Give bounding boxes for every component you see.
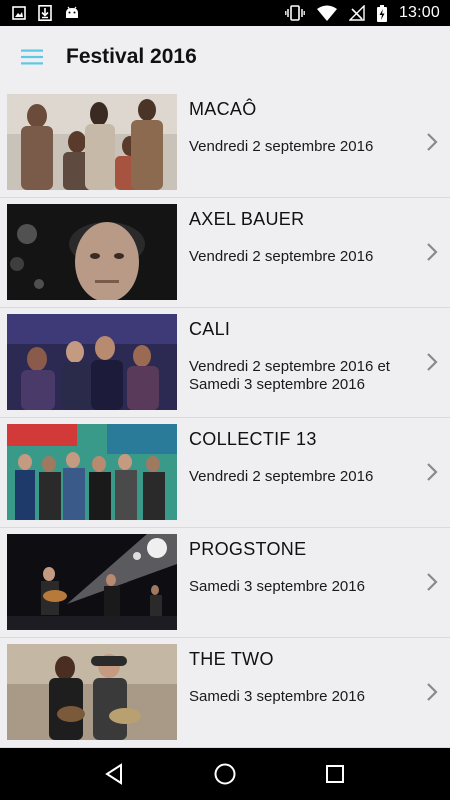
list-item-axel-bauer[interactable]: AXEL BAUER Vendredi 2 septembre 2016 [0, 198, 450, 308]
home-icon[interactable] [205, 754, 245, 794]
list-item-cali[interactable]: CALI Vendredi 2 septembre 2016 et Samedi… [0, 308, 450, 418]
artist-thumbnail [7, 424, 177, 520]
status-left [12, 5, 80, 21]
screen: 13:00 Festival 2016 MACAÔ Vendredi 2 sep… [0, 0, 450, 800]
artist-name: COLLECTIF 13 [189, 429, 317, 449]
artist-thumbnail [7, 204, 177, 300]
artist-date: Vendredi 2 septembre 2016 [189, 248, 374, 265]
artist-list: MACAÔ Vendredi 2 septembre 2016 AXEL BAU… [0, 88, 450, 748]
chevron-right-icon [427, 243, 438, 261]
navigation-bar [0, 748, 450, 800]
list-item-macao[interactable]: MACAÔ Vendredi 2 septembre 2016 [0, 88, 450, 198]
battery-charging-icon [376, 4, 387, 22]
status-time: 13:00 [398, 4, 440, 21]
vibrate-icon [285, 5, 305, 21]
download-icon [38, 5, 52, 21]
chevron-right-icon [427, 353, 438, 371]
artist-date: Vendredi 2 septembre 2016 et Samedi 3 se… [189, 358, 390, 393]
artist-name: THE TWO [189, 649, 274, 669]
artist-date: Samedi 3 septembre 2016 [189, 688, 365, 705]
wifi-icon [316, 5, 337, 21]
artist-date: Vendredi 2 septembre 2016 [189, 468, 374, 485]
chevron-right-icon [427, 573, 438, 591]
status-right: 13:00 [285, 4, 440, 22]
back-icon[interactable] [95, 754, 135, 794]
artist-thumbnail [7, 314, 177, 410]
chevron-right-icon [427, 463, 438, 481]
no-signal-icon [348, 5, 365, 21]
status-bar: 13:00 [0, 0, 450, 26]
chevron-right-icon [427, 683, 438, 701]
list-item-progstone[interactable]: PROGSTONE Samedi 3 septembre 2016 [0, 528, 450, 638]
artist-name: AXEL BAUER [189, 209, 305, 229]
artist-date: Samedi 3 septembre 2016 [189, 578, 365, 595]
artist-thumbnail [7, 644, 177, 740]
app-bar: Festival 2016 [0, 26, 450, 88]
hamburger-menu-icon[interactable] [17, 26, 47, 88]
page-title: Festival 2016 [66, 45, 197, 68]
image-icon [12, 6, 26, 20]
artist-name: MACAÔ [189, 99, 257, 119]
artist-name: PROGSTONE [189, 539, 307, 559]
android-icon [64, 6, 80, 20]
artist-thumbnail [7, 534, 177, 630]
artist-name: CALI [189, 319, 231, 339]
artist-date: Vendredi 2 septembre 2016 [189, 138, 374, 155]
artist-thumbnail [7, 94, 177, 190]
recents-icon[interactable] [315, 754, 355, 794]
list-item-collectif-13[interactable]: COLLECTIF 13 Vendredi 2 septembre 2016 [0, 418, 450, 528]
chevron-right-icon [427, 133, 438, 151]
list-item-the-two[interactable]: THE TWO Samedi 3 septembre 2016 [0, 638, 450, 748]
